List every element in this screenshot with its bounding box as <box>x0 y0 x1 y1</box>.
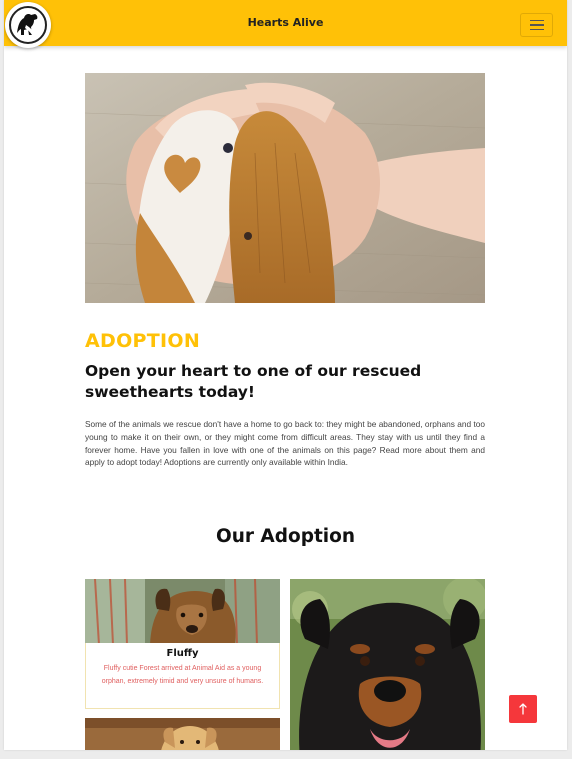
pet-name[interactable]: Fluffy <box>86 648 279 659</box>
hamburger-menu-icon[interactable] <box>520 13 553 37</box>
gallery-title: Our Adoption <box>215 526 356 547</box>
arrow-up-icon <box>519 703 527 715</box>
rottweiler-photo[interactable] <box>290 579 485 750</box>
hero-image <box>85 73 485 303</box>
brown-puppy-photo <box>85 579 280 645</box>
page: Hearts Alive ADOPTION Open your heart to… <box>4 0 567 750</box>
navbar: Hearts Alive <box>4 0 567 48</box>
adoption-intro: Some of the animals we rescue don't have… <box>85 419 485 468</box>
back-to-top-button[interactable] <box>509 695 537 723</box>
brand-name[interactable]: Hearts Alive <box>4 0 567 46</box>
golden-puppy-photo[interactable] <box>85 718 280 750</box>
section-label: ADOPTION <box>85 330 201 352</box>
card-body: Fluffy Fluffy cutie Forest arrived at An… <box>85 643 280 709</box>
dog-logo-icon[interactable] <box>5 2 51 48</box>
adoption-card[interactable]: Fluffy Fluffy cutie Forest arrived at An… <box>85 579 280 709</box>
pet-description: Fluffy cutie Forest arrived at Animal Ai… <box>101 665 264 685</box>
adoption-headline: Open your heart to one of our rescued sw… <box>85 362 422 401</box>
